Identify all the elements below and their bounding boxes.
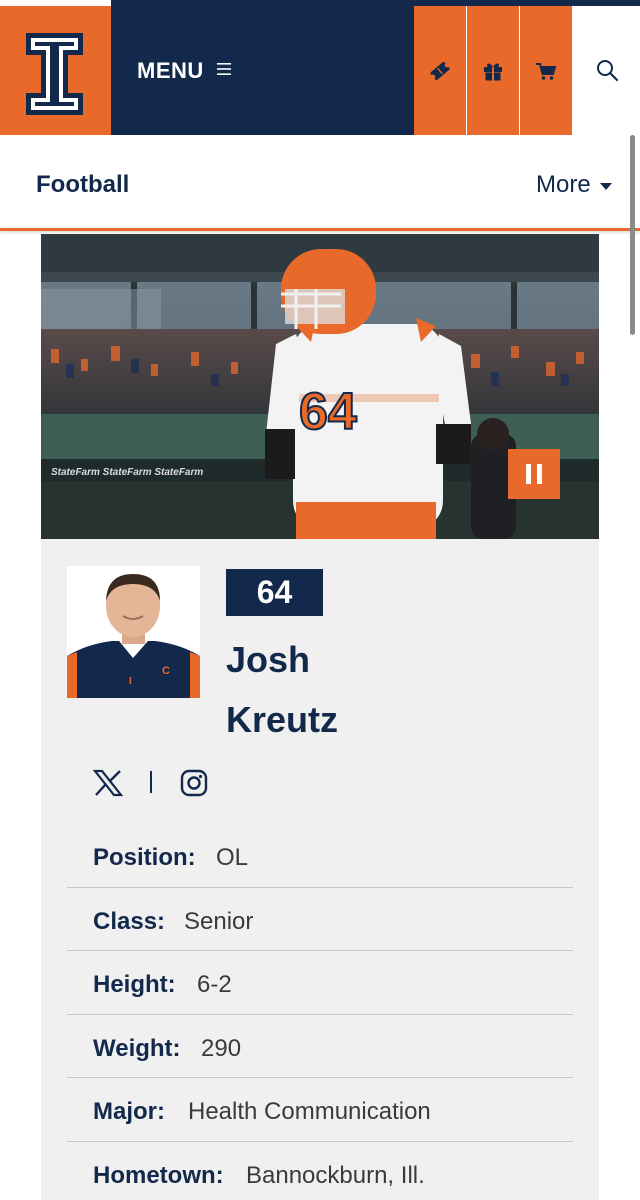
bio-row-hometown: Hometown: Bannockburn, Ill. — [67, 1142, 573, 1200]
cart-button[interactable] — [520, 6, 572, 135]
player-headshot: C I — [67, 566, 200, 698]
player-last-name: Kreutz — [226, 699, 339, 740]
pause-button[interactable] — [508, 449, 560, 499]
bio-label: Position: — [93, 844, 196, 871]
menu-button[interactable]: MENU — [111, 6, 414, 135]
x-icon[interactable] — [93, 769, 123, 797]
svg-text:C: C — [162, 665, 170, 677]
hero-action-photo: StateFarm StateFarm StateFarm 64 — [41, 234, 599, 539]
hamburger-icon — [217, 63, 231, 75]
bio-row-position: Position: OL — [67, 824, 573, 888]
sport-nav-bar: Football More — [0, 135, 640, 231]
gift-button[interactable] — [467, 6, 519, 135]
tickets-button[interactable] — [414, 6, 466, 135]
bio-value: OL — [216, 844, 249, 871]
gift-icon — [484, 63, 502, 81]
bio-value: 6-2 — [197, 971, 232, 998]
caret-down-icon[interactable] — [600, 183, 612, 190]
bio-row-class: Class: Senior — [67, 888, 573, 951]
svg-text:StateFarm StateFarm StateF: StateFarm StateFarm StateFarm — [51, 467, 203, 478]
cart-icon — [536, 63, 557, 80]
block-i-logo-icon — [26, 33, 83, 115]
jersey-number: 64 — [226, 569, 323, 616]
home-logo-link[interactable] — [0, 6, 111, 135]
bio-label: Hometown: — [93, 1161, 224, 1189]
bio-value: Health Communication — [188, 1098, 431, 1125]
player-first-name: Josh — [226, 639, 311, 680]
search-button[interactable] — [574, 6, 640, 135]
bio-row-major: Major: Health Communication — [67, 1078, 573, 1142]
bio-row-weight: Weight: 290 — [67, 1015, 573, 1078]
player-profile-panel: C I 64 Josh Kreutz Position: OL Class: S… — [41, 539, 599, 1200]
social-divider — [150, 771, 152, 793]
ticket-icon — [430, 61, 450, 81]
more-dropdown-toggle[interactable]: More — [536, 171, 591, 199]
sport-title-link[interactable]: Football — [36, 171, 129, 199]
bio-label: Height: — [93, 971, 176, 998]
search-icon — [597, 60, 619, 82]
page-scrollbar[interactable] — [630, 135, 635, 335]
bio-row-height: Height: 6-2 — [67, 951, 573, 1015]
svg-text:I: I — [129, 676, 132, 687]
bio-value: Bannockburn, Ill. — [246, 1161, 425, 1189]
headshot-illustration: C I — [67, 566, 200, 698]
player-bio-list: Position: OL Class: Senior Height: 6-2 W… — [67, 824, 573, 1200]
instagram-icon[interactable] — [180, 769, 208, 797]
menu-label: MENU — [137, 58, 204, 83]
bio-label: Major: — [93, 1098, 165, 1125]
bio-label: Class: — [93, 907, 166, 935]
site-header: MENU — [0, 0, 640, 135]
svg-text:64: 64 — [299, 383, 357, 441]
bio-value: Senior — [184, 907, 254, 935]
bio-label: Weight: — [93, 1034, 181, 1062]
bio-value: 290 — [201, 1034, 242, 1062]
